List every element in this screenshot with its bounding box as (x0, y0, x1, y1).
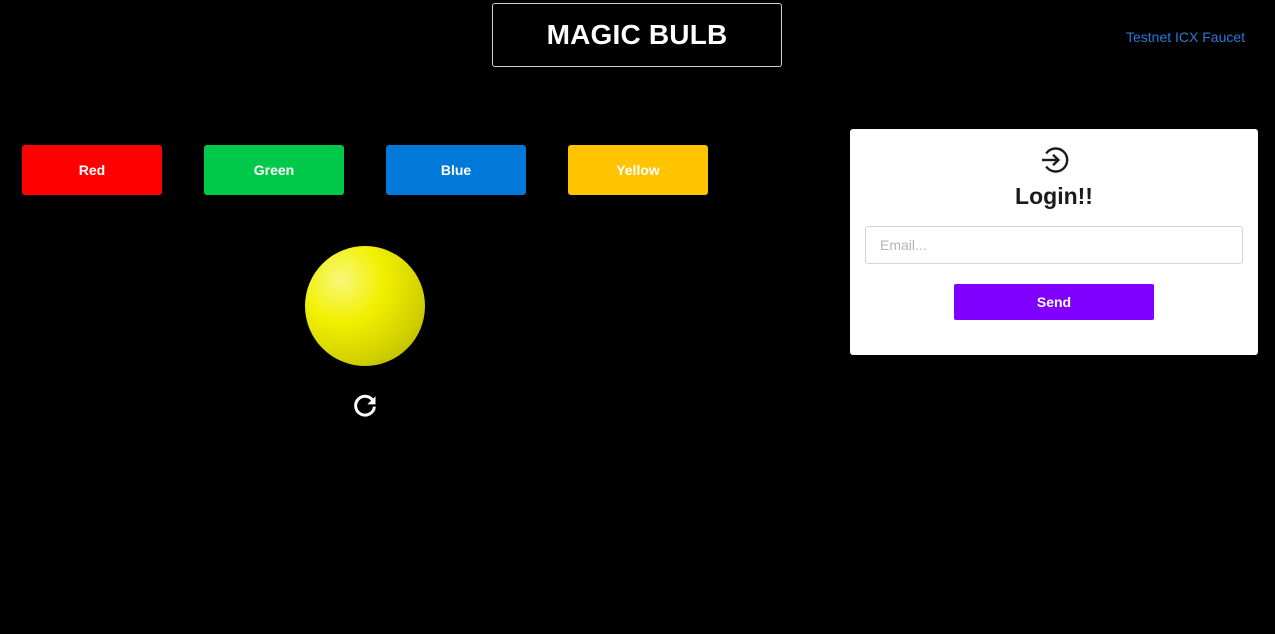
sign-in-icon (1039, 145, 1069, 175)
login-title: Login!! (1015, 183, 1093, 209)
testnet-faucet-link[interactable]: Testnet ICX Faucet (1126, 29, 1245, 45)
red-button[interactable]: Red (22, 145, 162, 195)
login-card: Login!! Send (850, 129, 1258, 355)
send-button[interactable]: Send (954, 284, 1154, 320)
page: MAGIC BULB Testnet ICX Faucet Red Green … (0, 0, 1275, 634)
email-input[interactable] (865, 226, 1243, 264)
page-title-text: MAGIC BULB (546, 19, 728, 50)
refresh-icon[interactable] (352, 393, 378, 419)
page-title: MAGIC BULB (492, 3, 782, 67)
magic-bulb (305, 246, 425, 366)
blue-button[interactable]: Blue (386, 145, 526, 195)
green-button[interactable]: Green (204, 145, 344, 195)
yellow-button[interactable]: Yellow (568, 145, 708, 195)
